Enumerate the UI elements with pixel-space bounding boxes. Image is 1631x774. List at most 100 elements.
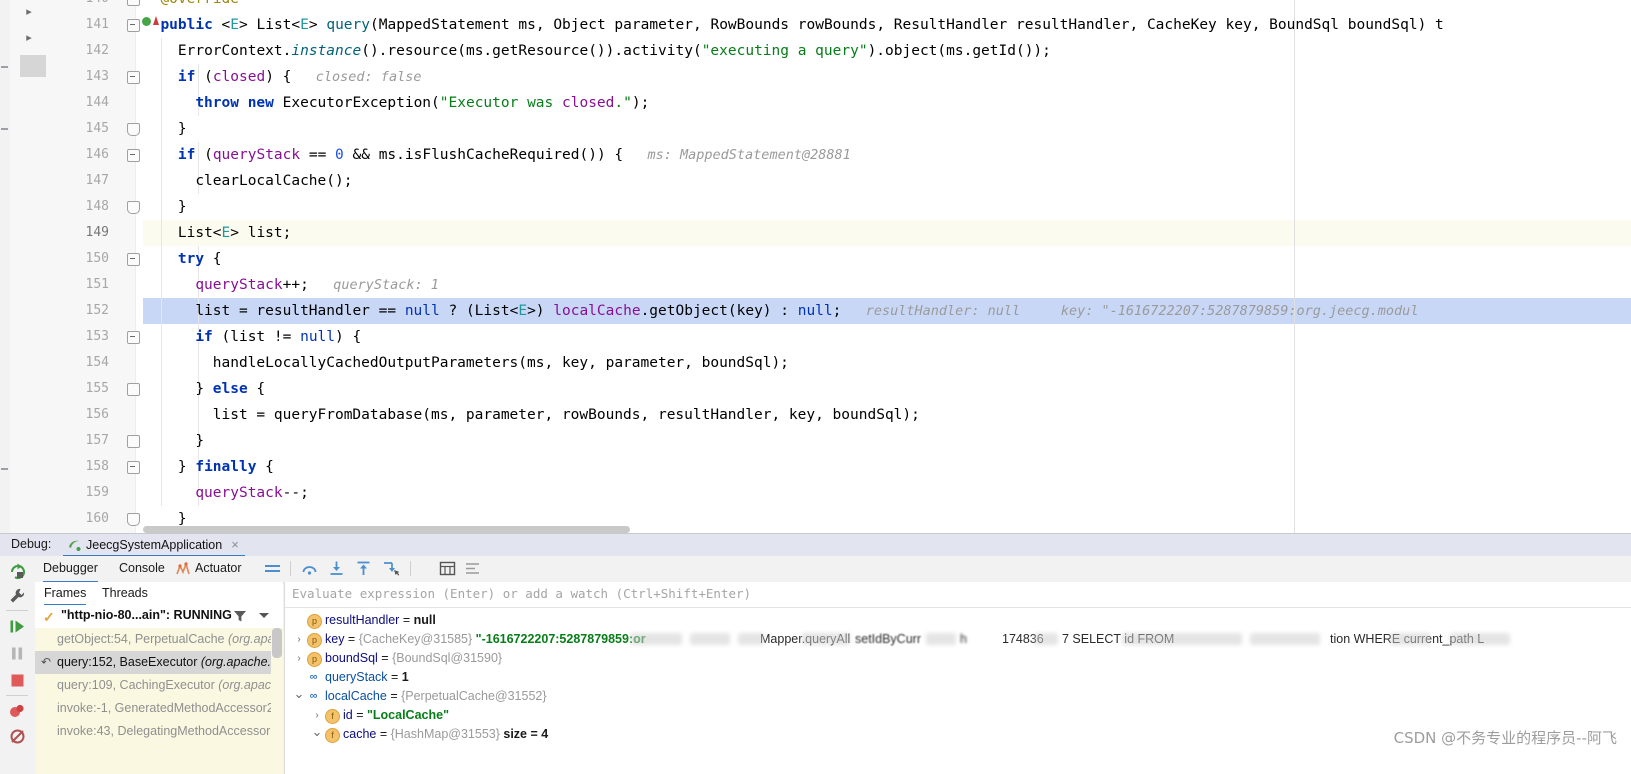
code-surface[interactable]: @Overridepublic <E> List<E> query(Mapped… [143,0,1631,533]
thread-selector[interactable]: ✓ "http-nio-80...ain": RUNNING [35,605,283,629]
code-line[interactable]: } else { [195,376,265,402]
variable-value: size = 4 [499,727,549,741]
chevron-right-icon[interactable]: ▸ [22,5,36,19]
code-fold-marker[interactable] [127,201,140,214]
code-fold-marker[interactable] [127,19,140,32]
scrollbar-thumb[interactable] [143,526,630,533]
stop-icon[interactable] [8,671,27,690]
code-line[interactable]: if (list != null) { [195,324,361,350]
code-fold-marker[interactable] [127,461,140,474]
parameter-icon: p [307,614,322,629]
chevron-down-icon[interactable]: ⌄ [293,687,305,706]
debug-window-label: Debug: [11,537,52,551]
frames-scrollbar[interactable] [271,628,283,774]
scrollbar-thumb[interactable] [272,628,282,658]
chevron-down-icon[interactable] [259,613,269,618]
code-fold-marker[interactable] [127,513,140,526]
frame-row-selected[interactable]: ↶ query:152, BaseExecutor (org.apache.ib… [35,651,283,674]
code-line[interactable]: try { [178,246,222,272]
tab-actuator[interactable]: Actuator [195,556,242,581]
close-icon[interactable]: × [231,537,239,552]
run-to-cursor-icon[interactable] [382,560,400,577]
resume-program-icon[interactable] [8,617,27,636]
field-icon: f [325,728,340,743]
rerun-icon[interactable] [8,562,27,581]
code-fold-marker[interactable] [127,383,140,396]
code-line[interactable]: throw new ExecutorException("Executor wa… [195,90,649,116]
step-into-icon[interactable] [328,560,345,577]
code-fold-marker[interactable] [127,331,140,344]
chevron-right-icon[interactable]: › [311,706,323,725]
frames-list[interactable]: getObject:54, PerpetualCache (org.apac. … [35,628,283,774]
tab-console[interactable]: Console [119,556,165,581]
line-number: 141 [85,17,109,32]
frame-row[interactable]: getObject:54, PerpetualCache (org.apac. [35,628,283,651]
code-line[interactable]: List<E> list; [178,220,292,246]
chevron-down-icon[interactable] [22,37,36,51]
variable-row[interactable]: ⌄ ∞ localCache = {PerpetualCache@31552} [285,687,1631,706]
chevron-down-icon[interactable]: ⌄ [311,725,323,744]
code-fold-marker[interactable] [127,71,140,84]
code-fold-marker[interactable] [127,253,140,266]
code-line[interactable]: } finally { [178,454,274,480]
step-out-icon[interactable] [355,560,372,577]
frame-row[interactable]: query:109, CachingExecutor (org.apache [35,674,283,697]
filter-icon[interactable] [233,610,247,626]
code-fold-marker[interactable] [127,149,140,162]
settings-icon[interactable] [464,560,481,577]
code-line[interactable]: @Override [160,0,239,12]
code-line[interactable]: if (closed) { closed: false [178,64,422,90]
tab-debugger[interactable]: Debugger [43,556,98,583]
code-line[interactable]: public <E> List<E> query(MappedStatement… [160,12,1443,38]
variable-name: key [325,632,345,646]
code-line[interactable]: list = resultHandler == null ? (List<E>)… [195,298,1418,324]
variable-row[interactable]: › p boundSql = {BoundSql@31590} [285,649,1631,668]
mute-breakpoints-icon[interactable] [8,727,27,746]
code-line[interactable]: if (queryStack == 0 && ms.isFlushCacheRe… [178,142,851,168]
code-line[interactable]: clearLocalCache(); [195,168,352,194]
variable-row[interactable]: › p key = {CacheKey@31585} "-1616722207:52… [285,630,1631,649]
variable-name: cache [343,727,377,741]
line-number: 147 [85,173,109,188]
evaluate-expression-input[interactable]: Evaluate expression (Enter) or add a wat… [285,582,1631,608]
mute-breakpoints-icon[interactable] [264,560,281,577]
code-line[interactable]: ErrorContext.instance().resource(ms.getR… [178,38,1051,64]
fold-arrow-column[interactable]: ▸ ▸ [10,0,56,533]
pause-program-icon[interactable] [8,644,27,663]
debug-session-tab[interactable]: JeecgSystemApplication × [63,534,245,557]
line-number: 146 [85,147,109,162]
debug-settings-icon[interactable] [8,587,27,606]
editor-horizontal-scrollbar[interactable] [143,526,1631,533]
code-line[interactable]: list = queryFromDatabase(ms, parameter, … [213,402,920,428]
code-line[interactable]: } [195,428,204,454]
debug-tool-window[interactable]: Debug: JeecgSystemApplication × Debugger… [0,533,1631,774]
code-line[interactable]: queryStack++; queryStack: 1 [195,272,439,298]
code-line[interactable]: } [178,116,187,142]
view-breakpoints-icon[interactable] [8,702,27,721]
tab-threads[interactable]: Threads [102,582,148,604]
debug-action-strip[interactable] [0,556,36,774]
debugger-tabs-row[interactable]: Debugger Console Actuator [35,556,1631,583]
evaluate-placeholder: Evaluate expression (Enter) or add a wat… [292,586,752,601]
frame-row[interactable]: invoke:-1, GeneratedMethodAccessor28 [35,697,283,720]
code-fold-marker[interactable] [127,0,140,6]
evaluate-expression-icon[interactable] [439,560,456,577]
step-over-icon[interactable] [301,560,318,577]
tab-frames[interactable]: Frames [44,582,87,606]
frames-threads-tabs[interactable]: Frames Threads [35,582,283,606]
variable-row[interactable]: p resultHandler = null [285,611,1631,630]
code-fold-marker[interactable] [127,435,140,448]
variable-row[interactable]: ∞ queryStack = 1 [285,668,1631,687]
variable-row[interactable]: › f id = "LocalCache" [285,706,1631,725]
chevron-right-icon[interactable]: › [293,649,305,668]
debug-window-header: Debug: JeecgSystemApplication × [0,534,1631,557]
code-line[interactable]: } [178,194,187,220]
code-editor[interactable]: ▸ ▸ 140 141 142 143 144 145 146 147 148 149 150 151… [0,0,1631,533]
line-number-gutter[interactable]: 140 141 142 143 144 145 146 147 148 149 150 151 152 1… [46,0,159,533]
code-line[interactable]: queryStack--; [195,480,309,506]
code-line[interactable]: handleLocallyCachedOutputParameters(ms, … [213,350,789,376]
chevron-right-icon[interactable]: › [293,630,305,649]
code-fold-marker[interactable] [127,123,140,136]
frame-row[interactable]: invoke:43, DelegatingMethodAccessorIn [35,720,283,743]
divider [6,610,28,611]
